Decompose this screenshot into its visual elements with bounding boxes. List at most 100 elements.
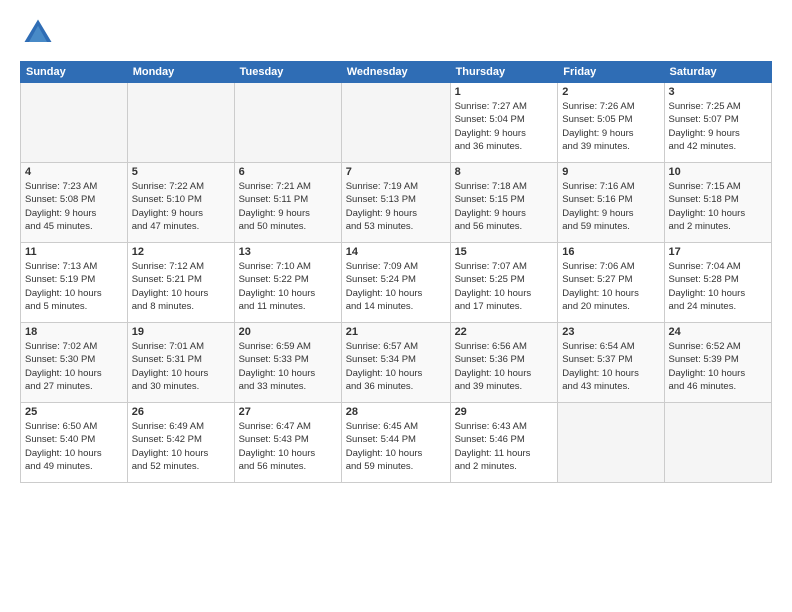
day-info: Sunrise: 7:02 AM Sunset: 5:30 PM Dayligh… bbox=[25, 340, 123, 393]
calendar-header-sunday: Sunday bbox=[21, 62, 128, 83]
day-info: Sunrise: 7:16 AM Sunset: 5:16 PM Dayligh… bbox=[562, 180, 659, 233]
calendar-table: SundayMondayTuesdayWednesdayThursdayFrid… bbox=[20, 61, 772, 483]
day-number: 1 bbox=[455, 86, 554, 98]
day-info: Sunrise: 7:27 AM Sunset: 5:04 PM Dayligh… bbox=[455, 100, 554, 153]
calendar-cell: 11Sunrise: 7:13 AM Sunset: 5:19 PM Dayli… bbox=[21, 243, 128, 323]
calendar-cell: 7Sunrise: 7:19 AM Sunset: 5:13 PM Daylig… bbox=[341, 163, 450, 243]
calendar-week-2: 11Sunrise: 7:13 AM Sunset: 5:19 PM Dayli… bbox=[21, 243, 772, 323]
calendar-header-row: SundayMondayTuesdayWednesdayThursdayFrid… bbox=[21, 62, 772, 83]
day-info: Sunrise: 6:52 AM Sunset: 5:39 PM Dayligh… bbox=[669, 340, 768, 393]
calendar-cell: 23Sunrise: 6:54 AM Sunset: 5:37 PM Dayli… bbox=[558, 323, 664, 403]
calendar-cell: 22 Sunrise: 6:56 AM Sunset: 5:36 PM Dayli… bbox=[450, 323, 558, 403]
day-number: 23 bbox=[562, 326, 659, 338]
calendar-cell: 26 Sunrise: 6:49 AM Sunset: 5:42 PM Dayli… bbox=[127, 403, 234, 483]
calendar-week-0: 1 Sunrise: 7:27 AM Sunset: 5:04 PM Daylig… bbox=[21, 83, 772, 163]
logo-icon bbox=[20, 15, 56, 51]
calendar-header-wednesday: Wednesday bbox=[341, 62, 450, 83]
calendar-cell: 27Sunrise: 6:47 AM Sunset: 5:43 PM Dayli… bbox=[234, 403, 341, 483]
day-number: 15 bbox=[455, 246, 554, 258]
calendar-cell: 16 Sunrise: 7:06 AM Sunset: 5:27 PM Dayli… bbox=[558, 243, 664, 323]
calendar-cell: 18 Sunrise: 7:02 AM Sunset: 5:30 PM Dayli… bbox=[21, 323, 128, 403]
day-number: 8 bbox=[455, 166, 554, 178]
calendar-cell: 21 Sunrise: 6:57 AM Sunset: 5:34 PM Dayli… bbox=[341, 323, 450, 403]
day-info: Sunrise: 7:13 AM Sunset: 5:19 PM Dayligh… bbox=[25, 260, 123, 313]
day-number: 6 bbox=[239, 166, 337, 178]
calendar-cell: 13 Sunrise: 7:10 AM Sunset: 5:22 PM Dayli… bbox=[234, 243, 341, 323]
day-number: 3 bbox=[669, 86, 768, 98]
calendar-week-1: 4Sunrise: 7:23 AM Sunset: 5:08 PM Daylig… bbox=[21, 163, 772, 243]
day-number: 27 bbox=[239, 406, 337, 418]
calendar-cell: 1 Sunrise: 7:27 AM Sunset: 5:04 PM Daylig… bbox=[450, 83, 558, 163]
day-number: 24 bbox=[669, 326, 768, 338]
day-number: 4 bbox=[25, 166, 123, 178]
calendar-cell bbox=[558, 403, 664, 483]
calendar-cell: 4Sunrise: 7:23 AM Sunset: 5:08 PM Daylig… bbox=[21, 163, 128, 243]
calendar-header-saturday: Saturday bbox=[664, 62, 772, 83]
calendar-cell bbox=[341, 83, 450, 163]
day-number: 25 bbox=[25, 406, 123, 418]
calendar-week-4: 25 Sunrise: 6:50 AM Sunset: 5:40 PM Dayli… bbox=[21, 403, 772, 483]
day-number: 22 bbox=[455, 326, 554, 338]
day-info: Sunrise: 7:26 AM Sunset: 5:05 PM Dayligh… bbox=[562, 100, 659, 153]
day-info: Sunrise: 6:50 AM Sunset: 5:40 PM Dayligh… bbox=[25, 420, 123, 473]
calendar-cell: 8 Sunrise: 7:18 AM Sunset: 5:15 PM Daylig… bbox=[450, 163, 558, 243]
calendar-header-friday: Friday bbox=[558, 62, 664, 83]
day-number: 14 bbox=[346, 246, 446, 258]
day-info: Sunrise: 7:07 AM Sunset: 5:25 PM Dayligh… bbox=[455, 260, 554, 313]
logo bbox=[20, 15, 61, 51]
day-info: Sunrise: 6:57 AM Sunset: 5:34 PM Dayligh… bbox=[346, 340, 446, 393]
day-number: 13 bbox=[239, 246, 337, 258]
calendar-cell: 17 Sunrise: 7:04 AM Sunset: 5:28 PM Dayli… bbox=[664, 243, 772, 323]
day-number: 20 bbox=[239, 326, 337, 338]
header bbox=[20, 15, 772, 51]
day-number: 26 bbox=[132, 406, 230, 418]
day-number: 16 bbox=[562, 246, 659, 258]
calendar-cell bbox=[127, 83, 234, 163]
day-info: Sunrise: 6:43 AM Sunset: 5:46 PM Dayligh… bbox=[455, 420, 554, 473]
calendar-cell: 14 Sunrise: 7:09 AM Sunset: 5:24 PM Dayli… bbox=[341, 243, 450, 323]
day-number: 18 bbox=[25, 326, 123, 338]
day-number: 9 bbox=[562, 166, 659, 178]
calendar-cell: 25 Sunrise: 6:50 AM Sunset: 5:40 PM Dayli… bbox=[21, 403, 128, 483]
day-info: Sunrise: 7:15 AM Sunset: 5:18 PM Dayligh… bbox=[669, 180, 768, 233]
day-info: Sunrise: 7:21 AM Sunset: 5:11 PM Dayligh… bbox=[239, 180, 337, 233]
day-number: 10 bbox=[669, 166, 768, 178]
day-number: 19 bbox=[132, 326, 230, 338]
day-number: 7 bbox=[346, 166, 446, 178]
calendar-cell: 10 Sunrise: 7:15 AM Sunset: 5:18 PM Dayli… bbox=[664, 163, 772, 243]
day-info: Sunrise: 7:06 AM Sunset: 5:27 PM Dayligh… bbox=[562, 260, 659, 313]
day-info: Sunrise: 7:09 AM Sunset: 5:24 PM Dayligh… bbox=[346, 260, 446, 313]
day-info: Sunrise: 6:56 AM Sunset: 5:36 PM Dayligh… bbox=[455, 340, 554, 393]
calendar-cell: 28Sunrise: 6:45 AM Sunset: 5:44 PM Dayli… bbox=[341, 403, 450, 483]
day-number: 2 bbox=[562, 86, 659, 98]
calendar-cell: 24 Sunrise: 6:52 AM Sunset: 5:39 PM Dayli… bbox=[664, 323, 772, 403]
day-info: Sunrise: 7:25 AM Sunset: 5:07 PM Dayligh… bbox=[669, 100, 768, 153]
day-info: Sunrise: 7:12 AM Sunset: 5:21 PM Dayligh… bbox=[132, 260, 230, 313]
day-info: Sunrise: 7:22 AM Sunset: 5:10 PM Dayligh… bbox=[132, 180, 230, 233]
calendar-cell: 15 Sunrise: 7:07 AM Sunset: 5:25 PM Dayli… bbox=[450, 243, 558, 323]
calendar-cell: 2 Sunrise: 7:26 AM Sunset: 5:05 PM Daylig… bbox=[558, 83, 664, 163]
day-info: Sunrise: 6:49 AM Sunset: 5:42 PM Dayligh… bbox=[132, 420, 230, 473]
calendar-header-tuesday: Tuesday bbox=[234, 62, 341, 83]
day-number: 12 bbox=[132, 246, 230, 258]
calendar-header-thursday: Thursday bbox=[450, 62, 558, 83]
calendar-cell: 20 Sunrise: 6:59 AM Sunset: 5:33 PM Dayli… bbox=[234, 323, 341, 403]
day-info: Sunrise: 6:59 AM Sunset: 5:33 PM Dayligh… bbox=[239, 340, 337, 393]
day-info: Sunrise: 7:18 AM Sunset: 5:15 PM Dayligh… bbox=[455, 180, 554, 233]
calendar-cell: 5 Sunrise: 7:22 AM Sunset: 5:10 PM Daylig… bbox=[127, 163, 234, 243]
day-number: 21 bbox=[346, 326, 446, 338]
calendar-header-monday: Monday bbox=[127, 62, 234, 83]
calendar-cell: 6 Sunrise: 7:21 AM Sunset: 5:11 PM Daylig… bbox=[234, 163, 341, 243]
calendar-cell: 19 Sunrise: 7:01 AM Sunset: 5:31 PM Dayli… bbox=[127, 323, 234, 403]
day-number: 17 bbox=[669, 246, 768, 258]
calendar-cell bbox=[21, 83, 128, 163]
page: SundayMondayTuesdayWednesdayThursdayFrid… bbox=[0, 0, 792, 612]
day-info: Sunrise: 7:01 AM Sunset: 5:31 PM Dayligh… bbox=[132, 340, 230, 393]
day-info: Sunrise: 7:10 AM Sunset: 5:22 PM Dayligh… bbox=[239, 260, 337, 313]
calendar-cell bbox=[664, 403, 772, 483]
calendar-cell: 9 Sunrise: 7:16 AM Sunset: 5:16 PM Daylig… bbox=[558, 163, 664, 243]
calendar-cell: 29Sunrise: 6:43 AM Sunset: 5:46 PM Dayli… bbox=[450, 403, 558, 483]
day-info: Sunrise: 7:04 AM Sunset: 5:28 PM Dayligh… bbox=[669, 260, 768, 313]
calendar-week-3: 18 Sunrise: 7:02 AM Sunset: 5:30 PM Dayli… bbox=[21, 323, 772, 403]
day-number: 5 bbox=[132, 166, 230, 178]
